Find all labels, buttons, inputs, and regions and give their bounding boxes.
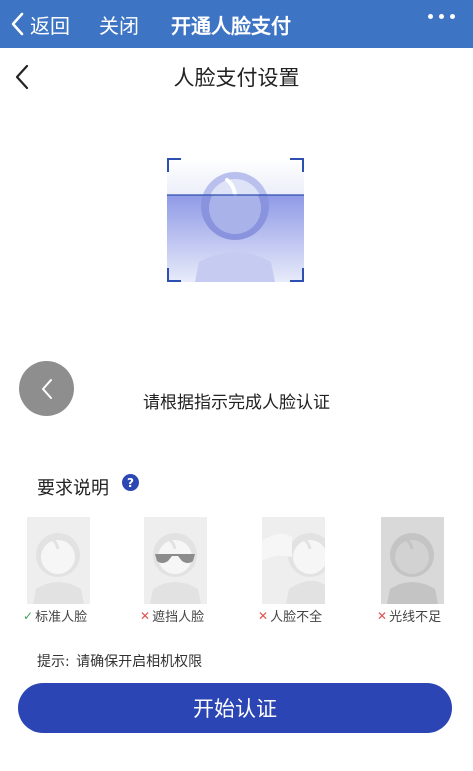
requirement-caption: ✕ 遮挡人脸 <box>140 606 205 626</box>
face-dark-icon <box>381 517 444 604</box>
face-sunglasses-icon <box>144 517 207 604</box>
requirement-caption: ✕ 光线不足 <box>377 606 442 626</box>
cross-icon: ✕ <box>258 608 269 623</box>
page-nav: 人脸支付设置 <box>0 48 473 108</box>
requirement-caption: ✕ 人脸不全 <box>258 606 323 626</box>
face-portrait-icon <box>167 158 304 282</box>
more-dot <box>450 14 455 19</box>
header-title: 开通人脸支付 <box>171 14 291 38</box>
header-close-button[interactable]: 关闭 <box>99 10 139 39</box>
requirement-label: 遮挡人脸 <box>152 610 205 625</box>
face-scan-frame <box>167 158 304 282</box>
cross-icon: ✕ <box>140 608 151 623</box>
header-back-button[interactable]: 返回 <box>10 8 70 40</box>
app-header: 返回 关闭 开通人脸支付 <box>0 0 473 48</box>
face-standard-icon <box>27 517 90 604</box>
header-back-label: 返回 <box>30 13 70 38</box>
frame-corner <box>167 268 181 282</box>
requirement-label: 人脸不全 <box>270 610 323 625</box>
check-icon: ✓ <box>23 608 34 623</box>
chevron-left-icon <box>11 12 24 36</box>
requirement-caption: ✓ 标准人脸 <box>23 606 88 626</box>
frame-corner <box>167 158 181 172</box>
requirement-label: 标准人脸 <box>35 610 88 625</box>
page-title: 人脸支付设置 <box>173 66 300 90</box>
cross-icon: ✕ <box>377 608 388 623</box>
frame-corner <box>290 158 304 172</box>
more-icon[interactable] <box>428 14 455 19</box>
camera-permission-hint: 提示: 请确保开启相机权限 <box>37 651 202 671</box>
more-dot <box>439 14 444 19</box>
instruction-text: 请根据指示完成人脸认证 <box>143 393 330 413</box>
frame-corner <box>290 268 304 282</box>
more-dot <box>428 14 433 19</box>
face-partial-icon <box>262 517 332 604</box>
start-verification-button[interactable]: 开始认证 <box>18 683 452 733</box>
requirement-label: 光线不足 <box>389 610 442 625</box>
hint-text: 请确保开启相机权限 <box>76 654 203 670</box>
help-icon[interactable]: ? <box>122 474 139 491</box>
requirements-title: 要求说明 <box>37 478 109 499</box>
hint-prefix: 提示: <box>37 654 70 670</box>
